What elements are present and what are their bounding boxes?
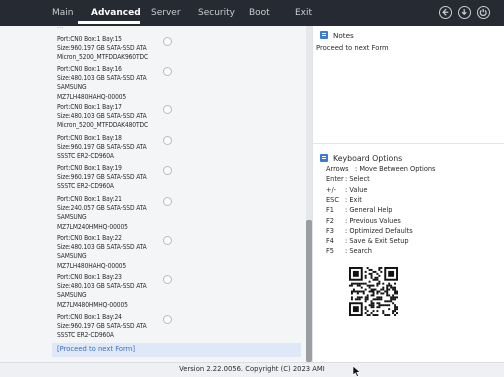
notes-header: Notes	[320, 29, 354, 41]
keyboard-key-description: : Select	[345, 175, 370, 184]
drive-select-radio[interactable]	[163, 136, 172, 145]
mouse-cursor-icon	[352, 366, 361, 377]
drive-entry-line: MZ7LM480HMHQ-00005	[57, 300, 128, 309]
drive-entry-line: Size:960.197 GB SATA-SSD ATA	[57, 173, 147, 182]
keyboard-key-description: : Optimized Defaults	[345, 226, 413, 235]
drive-list-panel: ... Port:CN0 Box:1 Bay:15 Size:960.197 GB…	[0, 26, 306, 362]
tab-security[interactable]: Security	[198, 0, 235, 26]
drive-entry[interactable]: Port:CN0 Box:1 Bay:21 Size:240.057 GB SAT…	[57, 195, 297, 232]
top-menu-bar: Main Advanced Server Security Boot Exit	[0, 0, 504, 26]
drive-entry-line: MZ7LM240HMHQ-00005	[57, 222, 128, 231]
drive-select-radio[interactable]	[163, 236, 172, 245]
proceed-next-form-link[interactable]: [Proceed to next Form]	[52, 343, 301, 357]
drive-entry-line: Size:960.197 GB SATA-SSD ATA	[57, 143, 147, 152]
footer-bar: Version 2.22.0056. Copyright (C) 2023 AM…	[0, 362, 504, 377]
drive-entry[interactable]: Port:CN0 Box:1 Bay:17 Size:480.103 GB SAT…	[57, 103, 297, 131]
keyboard-key-description: : Exit	[345, 195, 362, 204]
drive-entry-line: MZ7LH480HAHQ-00005	[57, 261, 127, 270]
tab-server[interactable]: Server	[151, 0, 181, 26]
drive-entry-line: Port:CN0 Box:1 Bay:19	[57, 164, 122, 172]
help-panel: Notes Proceed to next Form Keyboard Opti…	[312, 26, 504, 362]
notes-title: Notes	[333, 30, 354, 40]
drive-select-radio[interactable]	[163, 315, 172, 324]
keyboard-key: F1	[326, 206, 334, 215]
keyboard-key: Enter	[326, 175, 344, 184]
back-icon[interactable]	[439, 6, 452, 19]
drive-entry-line: Size:480.103 GB SATA-SSD ATA	[57, 243, 147, 252]
keyboard-key: Arrows	[326, 165, 349, 173]
panel-divider	[313, 143, 504, 144]
drive-select-radio[interactable]	[163, 166, 172, 175]
download-icon[interactable]	[458, 6, 471, 19]
keyboard-key-description: : Search	[345, 247, 372, 256]
proceed-next-form-label: [Proceed to next Form]	[57, 345, 135, 353]
drive-entry-line: SAMSUNG	[57, 83, 87, 92]
drive-select-radio[interactable]	[163, 37, 172, 46]
keyboard-key: F2	[326, 216, 334, 225]
drive-entry-line: Size:480.103 GB SATA-SSD ATA	[57, 282, 147, 291]
keyboard-options-title: Keyboard Options	[333, 153, 403, 163]
drive-entry-line: Port:CN0 Box:1 Bay:16	[57, 65, 122, 73]
drive-entry-line: Port:CN0 Box:1 Bay:24	[57, 313, 122, 321]
drive-entry-line: Micron_5200_MTFDDAK480TDC	[57, 121, 149, 130]
drive-select-radio[interactable]	[163, 197, 172, 206]
keyboard-key: F5	[326, 247, 334, 256]
keyboard-key-description: : Move Between Options	[355, 165, 436, 173]
drive-entry-line: Port:CN0 Box:1 Bay:23	[57, 273, 122, 281]
drive-entry-line: SSSTC ER2-CD960A	[57, 182, 114, 191]
drive-entry-line: SSSTC ER2-CD960A	[57, 331, 114, 340]
keyboard-key: F4	[326, 237, 334, 246]
drive-entry[interactable]: Port:CN0 Box:1 Bay:18 Size:960.197 GB SAT…	[57, 134, 297, 162]
keyboard-key-description: : Save & Exit Setup	[345, 237, 409, 246]
tab-boot[interactable]: Boot	[249, 0, 270, 26]
drive-entry-line: SAMSUNG	[57, 291, 87, 300]
notes-text: Proceed to next Form	[316, 44, 389, 52]
drive-entry-line: Port:CN0 Box:1 Bay:22	[57, 234, 122, 242]
keyboard-icon	[320, 154, 328, 162]
drive-entry-line: SSSTC ER2-CD960A	[57, 152, 114, 161]
drive-entry[interactable]: Port:CN0 Box:1 Bay:19 Size:960.197 GB SAT…	[57, 164, 297, 192]
drive-entry[interactable]: Port:CN0 Box:1 Bay:24 Size:960.197 GB SAT…	[57, 313, 297, 341]
drive-entry[interactable]: Port:CN0 Box:1 Bay:22 Size:480.103 GB SAT…	[57, 234, 297, 271]
drive-entry-line: Micron_5200_MTFDDAK960TDC	[57, 53, 149, 62]
drive-entry-line: Size:240.057 GB SATA-SSD ATA	[57, 204, 147, 213]
drive-entry-line: Port:CN0 Box:1 Bay:17	[57, 103, 122, 111]
tab-main[interactable]: Main	[52, 0, 74, 26]
partial-entry-top: ...	[57, 26, 64, 30]
drive-entry-line: Size:480.103 GB SATA-SSD ATA	[57, 74, 147, 83]
drive-entry-line: SAMSUNG	[57, 213, 87, 222]
keyboard-key-description: : Previous Values	[345, 216, 401, 225]
drive-entry-line: Port:CN0 Box:1 Bay:18	[57, 134, 122, 142]
drive-entry[interactable]: Port:CN0 Box:1 Bay:15 Size:960.197 GB SAT…	[57, 35, 297, 63]
tab-exit[interactable]: Exit	[295, 0, 312, 26]
keyboard-key: +/-	[326, 185, 337, 194]
keyboard-key: ESC	[326, 195, 339, 204]
drive-entry-line: SAMSUNG	[57, 252, 87, 261]
drive-entry-line: Size:960.197 GB SATA-SSD ATA	[57, 322, 147, 331]
drive-entry[interactable]: Port:CN0 Box:1 Bay:16 Size:480.103 GB SAT…	[57, 65, 297, 102]
drive-entry-line: Port:CN0 Box:1 Bay:21	[57, 195, 122, 203]
qr-code-icon	[349, 267, 398, 316]
drive-entry-line: Size:480.103 GB SATA-SSD ATA	[57, 112, 147, 121]
power-icon[interactable]	[477, 6, 490, 19]
drive-entry-line: Size:960.197 GB SATA-SSD ATA	[57, 44, 147, 53]
drive-select-radio[interactable]	[163, 67, 172, 76]
keyboard-key-description: : Value	[345, 185, 368, 194]
drive-entry[interactable]: Port:CN0 Box:1 Bay:23 Size:480.103 GB SAT…	[57, 273, 297, 310]
keyboard-key: F3	[326, 226, 334, 235]
drive-entry-line: MZ7LH480HAHQ-00005	[57, 92, 127, 101]
active-tab-indicator	[78, 21, 140, 24]
version-text: Version 2.22.0056. Copyright (C) 2023 AM…	[179, 365, 325, 373]
notes-icon	[320, 31, 328, 39]
keyboard-key-description: : General Help	[345, 206, 393, 215]
drive-entry-line: Port:CN0 Box:1 Bay:15	[57, 35, 122, 43]
drive-select-radio[interactable]	[163, 105, 172, 114]
keyboard-options-header: Keyboard Options	[320, 152, 402, 164]
drive-select-radio[interactable]	[163, 275, 172, 284]
